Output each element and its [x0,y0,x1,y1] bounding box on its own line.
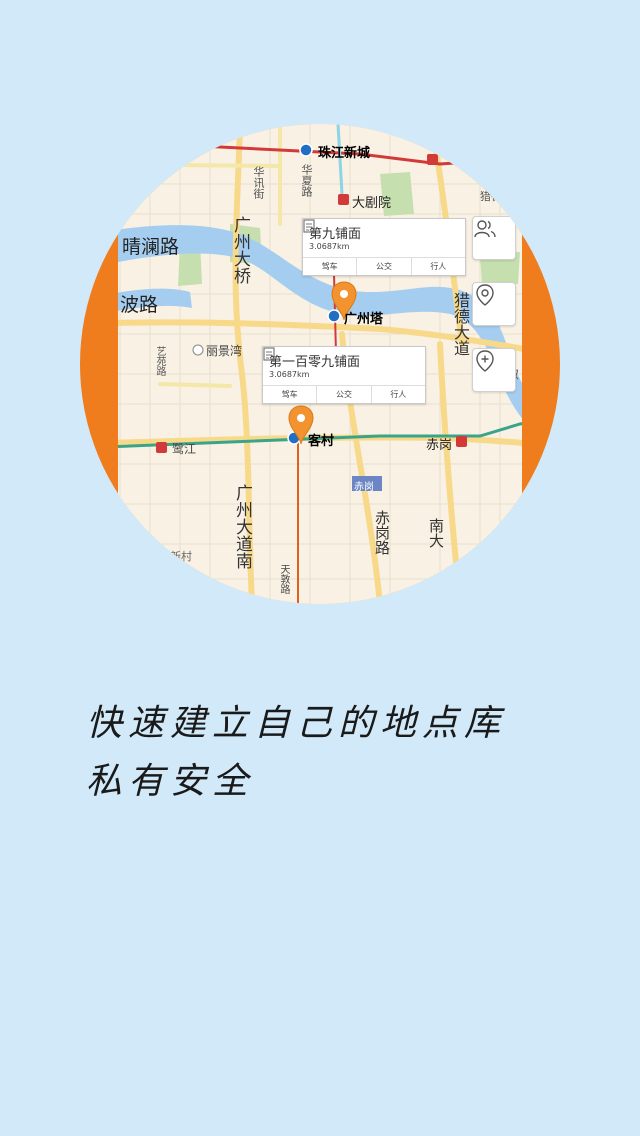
map-label: 猎德大道 [451,292,470,356]
transit-button[interactable]: 公交 [316,386,370,403]
tagline-line-2: 私有安全 [86,761,255,802]
map-label: 广州大桥 [230,216,250,284]
map-label: 大剧院 [352,196,392,211]
note-icon[interactable] [263,347,275,361]
place-card-distance: 3.0687km [309,242,350,251]
place-card-actions: 驾车 公交 行人 [303,257,465,275]
map-label: 丽景湾 [206,344,243,358]
map-label: 波路 [120,294,159,316]
map-label: 赤岗 [354,482,374,493]
map-label: 猎德 [480,190,502,203]
map-label: 华夏路 [300,164,313,197]
place-card-actions: 驾车 公交 行人 [263,385,425,403]
map-label: 艺苑路 [154,346,165,376]
add-location-icon [476,350,494,372]
map-label: 华讯街 [252,166,265,199]
map-label: 赤岗路 [373,510,391,555]
transit-button[interactable]: 公交 [356,258,410,275]
drive-button[interactable]: 驾车 [303,258,356,275]
walk-button[interactable]: 行人 [410,258,465,275]
note-icon[interactable] [303,219,315,233]
drive-button[interactable]: 驾车 [263,386,316,403]
add-location-button[interactable] [472,348,516,392]
map-label: 赤岗 [426,438,453,453]
tagline-line-1: 快速建立自己的地点库 [86,703,507,744]
map-label: 珠江新城 [318,146,371,161]
place-card-title: 第一百零九铺面 [269,355,361,370]
location-pin-icon [476,284,494,306]
map-label: 新村 [170,550,192,563]
map-label: 广州塔 [344,312,384,327]
map-label: 鹭江 [172,442,197,456]
locate-button[interactable] [472,282,516,326]
map-label: 南大 [427,518,445,548]
map-label: 客村 [308,434,335,449]
place-card-title: 第九铺面 [309,227,362,242]
map-label: 广州大道南 [232,484,252,569]
walk-button[interactable]: 行人 [370,386,425,403]
people-icon [474,220,496,238]
place-card-distance: 3.0687km [269,370,310,379]
map-label: 晴澜路 [122,236,180,258]
map-label: 天敦路 [278,564,289,594]
map-view[interactable]: 珠江新城 晴澜路 波路 大剧院 广州塔 丽景湾 客村 赤岗 赤岗 鹭江 赤岗路 … [118,124,522,604]
place-card[interactable]: 第九铺面 3.0687km 驾车 公交 行人 [302,218,466,276]
place-card[interactable]: 第一百零九铺面 3.0687km 驾车 公交 行人 [262,346,426,404]
friends-button[interactable] [472,216,516,260]
